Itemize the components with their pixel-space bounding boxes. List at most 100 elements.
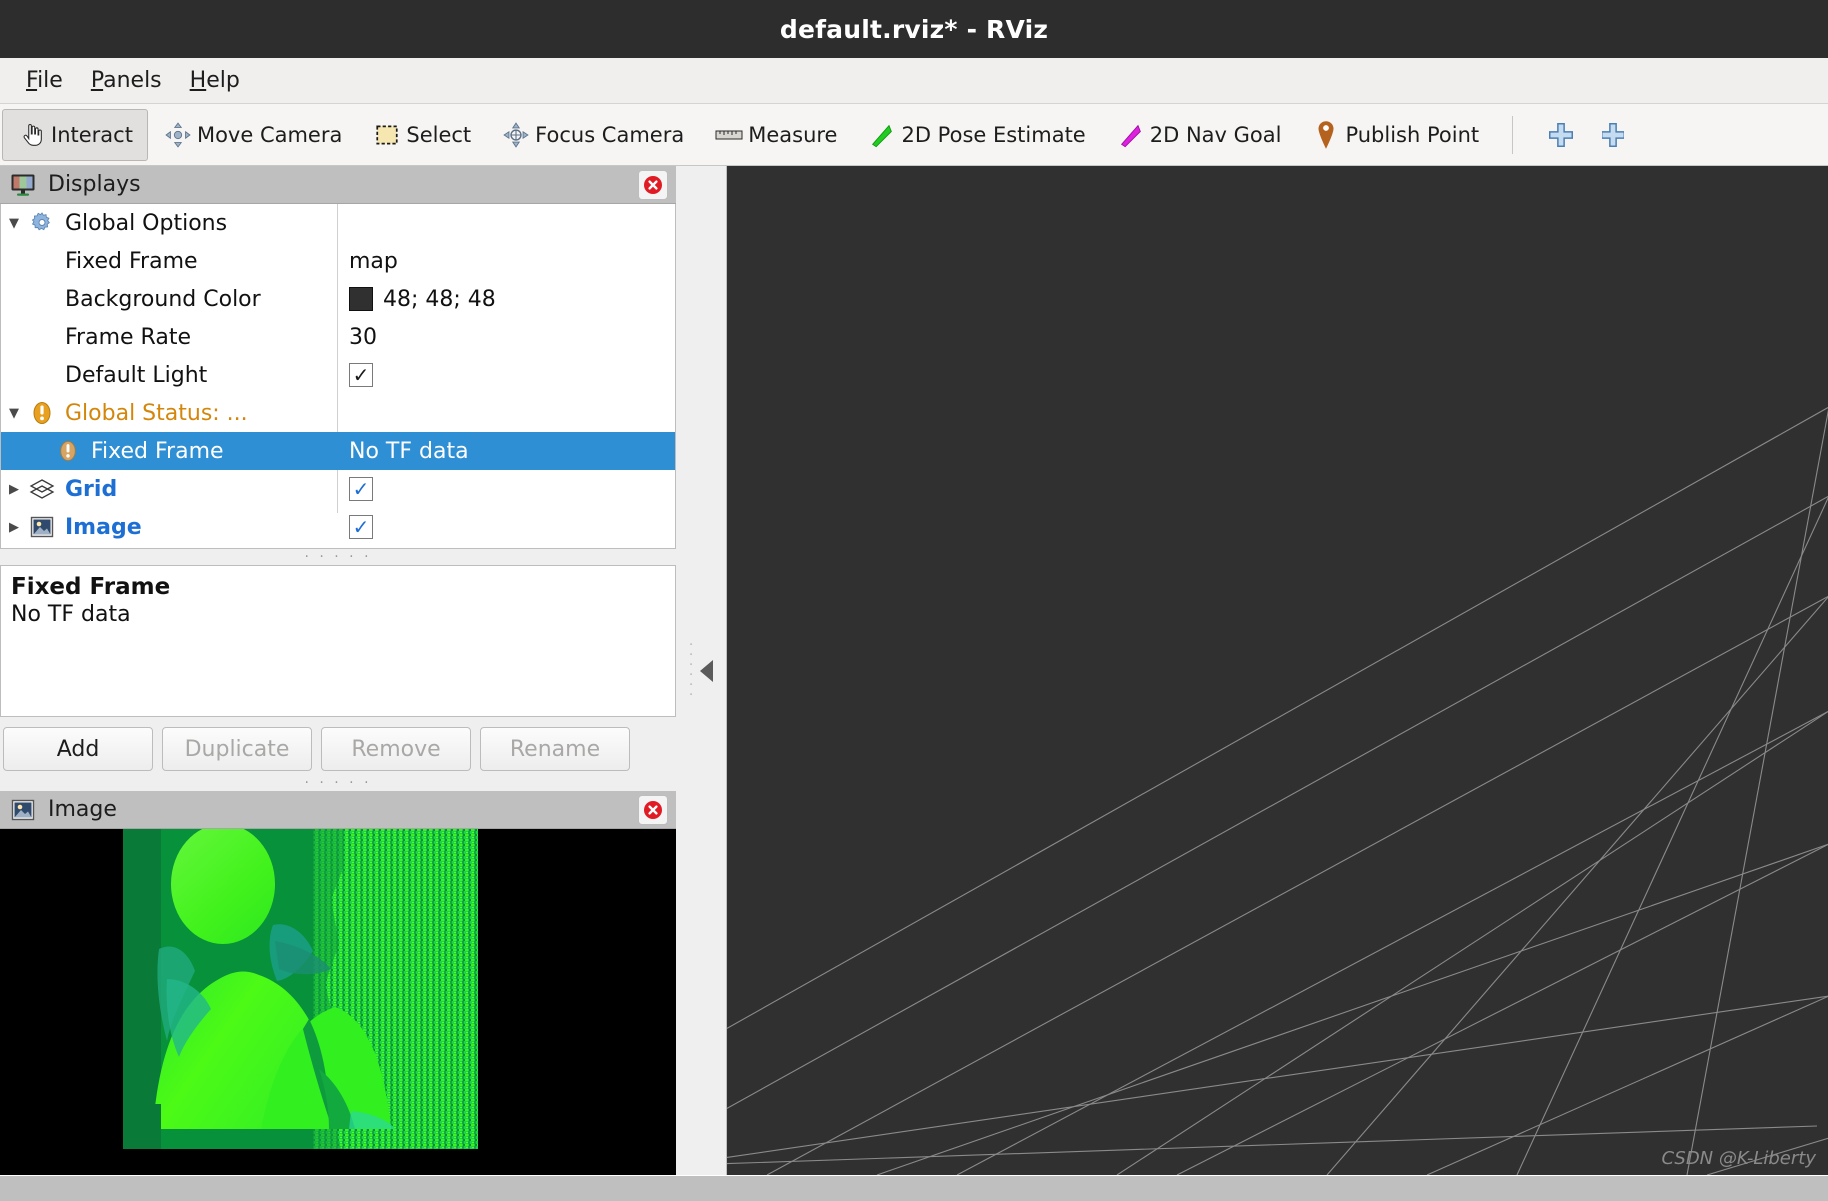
tree-row-frame-rate[interactable]: Frame Rate 30 — [1, 318, 675, 356]
tool-2d-pose-estimate[interactable]: 2D Pose Estimate — [852, 109, 1100, 161]
image-enabled-checkbox[interactable]: ✓ — [349, 515, 373, 539]
tool-move-camera-label: Move Camera — [196, 122, 343, 147]
tool-measure[interactable]: Measure — [699, 109, 852, 161]
tree-row-global-status[interactable]: ▼ Global Status: ... — [1, 394, 675, 432]
tree-label-default-light: Default Light — [65, 362, 208, 388]
tool-2d-nav-goal[interactable]: 2D Nav Goal — [1101, 109, 1297, 161]
tree-value-frame-rate-wrap[interactable]: 30 — [349, 325, 377, 350]
tree-value-grid-wrap[interactable]: ✓ — [349, 477, 373, 501]
chevron-down-icon[interactable]: ▼ — [1, 406, 27, 421]
remove-button[interactable]: Remove — [321, 727, 471, 771]
close-icon — [644, 800, 662, 819]
tree-label-status-fixed-frame: Fixed Frame — [91, 438, 224, 464]
collapse-left-icon[interactable] — [699, 659, 713, 682]
tool-publish-point-label: Publish Point — [1345, 122, 1480, 147]
tree-row-image[interactable]: ▶ Image ✓ — [1, 508, 675, 546]
menu-help-label-rest: elp — [206, 68, 240, 93]
tree-row-default-light[interactable]: Default Light ✓ — [1, 356, 675, 394]
chevron-right-icon[interactable]: ▶ — [1, 482, 27, 497]
watermark-text: CSDN @K-Liberty — [1661, 1148, 1816, 1169]
render-view-3d[interactable]: CSDN @K-Liberty — [726, 166, 1828, 1175]
tool-publish-point[interactable]: Publish Point — [1296, 109, 1494, 161]
window-title: default.rviz* - RViz — [779, 14, 1049, 44]
tool-add-new[interactable] — [1531, 109, 1591, 161]
tree-label-image: Image — [65, 514, 142, 540]
tool-bar: Interact Move Camera Select Focus Camera… — [0, 104, 1828, 166]
ruler-icon — [714, 120, 744, 150]
tree-row-status-fixed-frame[interactable]: Fixed Frame No TF data — [1, 432, 675, 470]
move-camera-icon — [163, 120, 193, 150]
tool-select-label: Select — [406, 122, 472, 147]
splitter-grip-icon: · · · · · · — [689, 637, 694, 703]
tool-2d-pose-estimate-label: 2D Pose Estimate — [901, 122, 1086, 147]
tree-label-background-color: Background Color — [65, 286, 261, 312]
menu-panels[interactable]: Panels — [77, 66, 176, 95]
tree-value-status-fixed-frame: No TF data — [349, 438, 469, 464]
tree-value-image-wrap[interactable]: ✓ — [349, 515, 373, 539]
tree-value-status-fixed-frame-wrap: No TF data — [349, 439, 469, 464]
tree-value-background-color-wrap[interactable]: 48; 48; 48 — [349, 287, 496, 312]
hand-cursor-icon — [17, 120, 47, 150]
menu-bar: File Panels Help — [0, 58, 1828, 104]
image-dock-header: Image — [0, 791, 676, 829]
description-body: No TF data — [11, 602, 131, 627]
tree-label-global-status: Global Status: ... — [65, 400, 248, 426]
grid-enabled-checkbox[interactable]: ✓ — [349, 477, 373, 501]
tree-row-fixed-frame[interactable]: Fixed Frame map — [1, 242, 675, 280]
image-dock-title: Image — [48, 797, 117, 822]
duplicate-button[interactable]: Duplicate — [162, 727, 312, 771]
color-swatch[interactable] — [349, 287, 373, 311]
description-title: Fixed Frame — [11, 574, 171, 600]
displays-close-button[interactable] — [638, 169, 668, 200]
tool-focus-camera[interactable]: Focus Camera — [486, 109, 699, 161]
rename-button[interactable]: Rename — [480, 727, 630, 771]
tool-interact[interactable]: Interact — [2, 108, 148, 161]
tree-value-fixed-frame: map — [349, 248, 398, 274]
left-right-splitter[interactable]: · · · · · · — [676, 166, 726, 1175]
tree-description-splitter[interactable]: · · · · · — [0, 549, 676, 565]
warning-icon — [53, 439, 83, 463]
tool-move-camera[interactable]: Move Camera — [148, 109, 357, 161]
title-bar: default.rviz* - RViz — [0, 0, 1828, 58]
tree-row-grid[interactable]: ▶ Grid ✓ — [1, 470, 675, 508]
chevron-down-icon[interactable]: ▼ — [1, 216, 27, 231]
displays-tree[interactable]: ▼ Global Options Fixed Frame map Backgro… — [0, 204, 676, 549]
green-arrow-icon — [867, 120, 897, 150]
depth-image-content — [123, 829, 478, 1149]
magenta-arrow-icon — [1116, 120, 1146, 150]
tree-value-background-color: 48; 48; 48 — [383, 286, 496, 312]
close-icon — [644, 175, 662, 194]
tree-label-fixed-frame: Fixed Frame — [65, 248, 198, 274]
menu-help[interactable]: Help — [176, 66, 254, 95]
splitter-grip-icon: · · · · · — [304, 549, 372, 565]
tree-value-frame-rate: 30 — [349, 324, 377, 350]
status-bar — [0, 1175, 1828, 1201]
tool-select[interactable]: Select — [357, 109, 486, 161]
warning-icon — [27, 400, 57, 426]
tree-value-default-light-wrap[interactable]: ✓ — [349, 363, 373, 387]
tree-row-global-options[interactable]: ▼ Global Options — [1, 204, 675, 242]
plus-icon-partial — [1598, 120, 1628, 150]
toolbar-separator — [1512, 115, 1514, 154]
tool-measure-label: Measure — [748, 122, 838, 147]
add-button[interactable]: Add — [3, 727, 153, 771]
displays-dock-header: Displays — [0, 166, 676, 204]
tool-overflow[interactable] — [1591, 109, 1629, 161]
tool-focus-camera-label: Focus Camera — [535, 122, 685, 147]
tree-row-background-color[interactable]: Background Color 48; 48; 48 — [1, 280, 675, 318]
menu-file[interactable]: File — [12, 66, 77, 95]
tree-value-fixed-frame-wrap[interactable]: map — [349, 249, 398, 274]
image-render-area — [0, 829, 676, 1175]
grid-icon — [27, 478, 57, 500]
rviz-window: default.rviz* - RViz File Panels Help In… — [0, 0, 1828, 1201]
ground-grid — [727, 406, 1828, 1175]
displays-image-splitter[interactable]: · · · · · — [0, 775, 676, 791]
plus-icon — [1546, 120, 1576, 150]
image-close-button[interactable] — [638, 794, 668, 825]
image-dock: Image — [0, 791, 676, 1175]
chevron-right-icon[interactable]: ▶ — [1, 520, 27, 535]
default-light-checkbox[interactable]: ✓ — [349, 363, 373, 387]
picture-icon — [8, 795, 38, 825]
displays-button-row: Add Duplicate Remove Rename — [0, 717, 676, 775]
tree-label-global-options: Global Options — [65, 210, 228, 236]
